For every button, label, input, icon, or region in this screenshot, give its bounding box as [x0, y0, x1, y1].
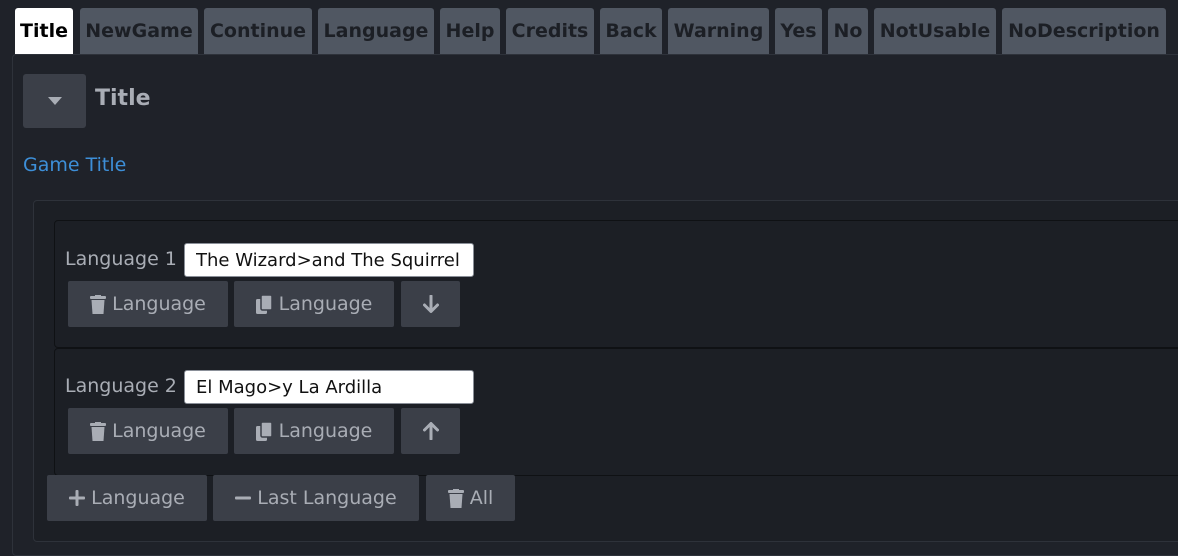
tab-warning[interactable]: Warning — [668, 8, 769, 54]
tab-bar: Title NewGame Continue Language Help Cre… — [0, 0, 1178, 56]
tab-back[interactable]: Back — [600, 8, 662, 54]
minus-icon — [235, 496, 252, 500]
trash-icon — [90, 421, 107, 441]
collapse-button[interactable] — [23, 74, 86, 128]
trash-icon — [447, 488, 464, 508]
copy-icon — [255, 294, 273, 314]
remove-last-language-button[interactable]: Last Language — [213, 475, 419, 521]
add-language-label: Language — [91, 487, 185, 509]
tab-credits[interactable]: Credits — [506, 8, 594, 54]
tab-notusable[interactable]: NotUsable — [874, 8, 996, 54]
tab-yes[interactable]: Yes — [775, 8, 822, 54]
add-language-button[interactable]: Language — [47, 475, 207, 521]
language-1-input[interactable] — [184, 243, 474, 277]
delete-language-button[interactable]: Language — [68, 281, 228, 327]
tab-newgame[interactable]: NewGame — [80, 8, 198, 54]
copy-icon — [255, 421, 273, 441]
move-up-button[interactable] — [401, 408, 460, 454]
copy-language-label: Language — [278, 420, 373, 442]
tab-title[interactable]: Title — [15, 8, 73, 54]
delete-all-button[interactable]: All — [426, 475, 515, 521]
section-label-game-title[interactable]: Game Title — [23, 154, 126, 176]
arrow-up-icon — [422, 422, 439, 440]
tab-nodescription[interactable]: NoDescription — [1002, 8, 1166, 54]
copy-language-button[interactable]: Language — [234, 408, 394, 454]
copy-language-label: Language — [278, 293, 373, 315]
language-2-input[interactable] — [184, 370, 474, 404]
tab-language[interactable]: Language — [318, 8, 434, 54]
delete-language-button[interactable]: Language — [68, 408, 228, 454]
panel-title: Title — [95, 86, 151, 111]
arrow-down-icon — [422, 295, 439, 313]
delete-language-label: Language — [112, 293, 206, 315]
delete-all-label: All — [469, 487, 494, 509]
delete-language-label: Language — [112, 420, 206, 442]
entry-label: Language 2 — [65, 375, 177, 397]
remove-last-language-label: Last Language — [257, 487, 397, 509]
entry-label: Language 1 — [65, 248, 177, 270]
tab-no[interactable]: No — [828, 8, 868, 54]
copy-language-button[interactable]: Language — [234, 281, 394, 327]
tab-help[interactable]: Help — [440, 8, 500, 54]
plus-icon — [69, 490, 86, 506]
caret-down-icon — [47, 97, 62, 105]
trash-icon — [90, 294, 107, 314]
tab-continue[interactable]: Continue — [204, 8, 312, 54]
move-down-button[interactable] — [401, 281, 460, 327]
